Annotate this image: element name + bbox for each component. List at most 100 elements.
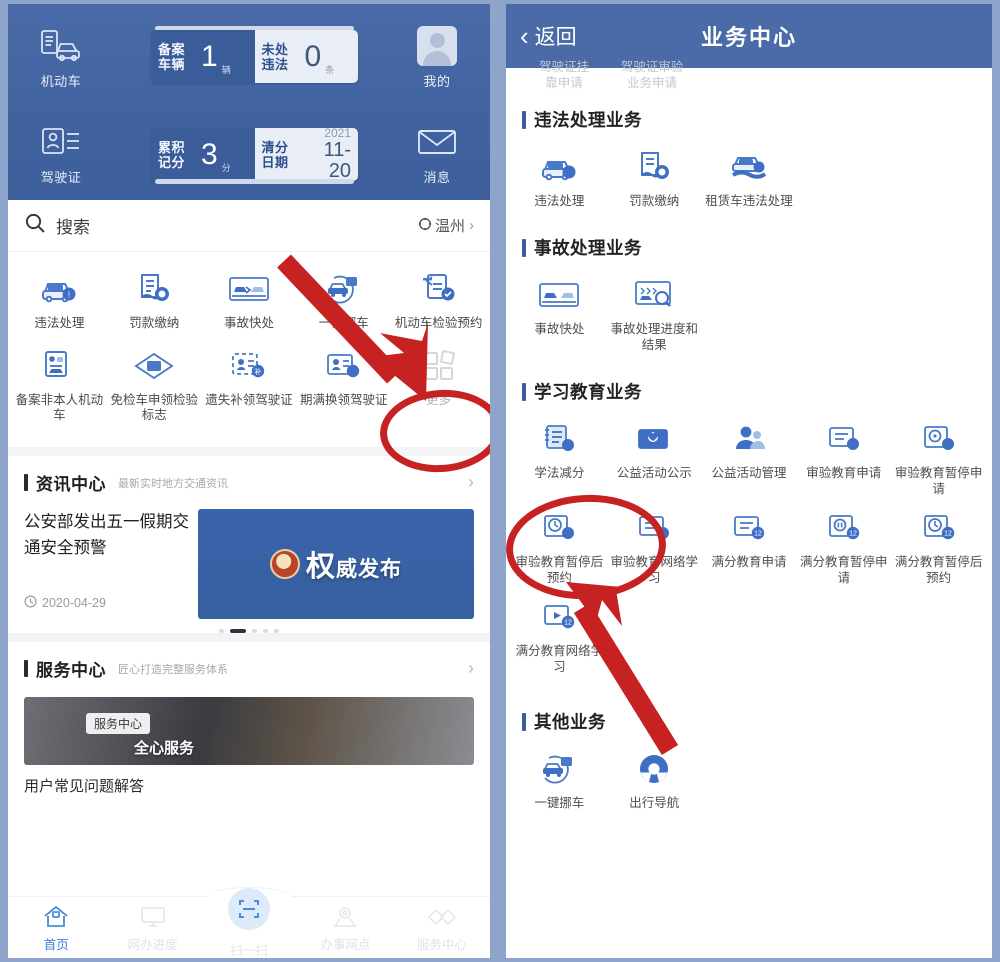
accident-progress-icon bbox=[607, 274, 702, 316]
service-banner-subtitle: 全心服务 bbox=[134, 740, 195, 757]
move-car-icon bbox=[296, 268, 391, 310]
city-selector[interactable]: 温州 › bbox=[418, 215, 474, 236]
carousel-dot[interactable] bbox=[263, 629, 268, 633]
grid-item-label: 免检车申领检验标志 bbox=[110, 393, 198, 422]
grid-item-record-other-vehicle[interactable]: 备案非本人机动车 bbox=[12, 345, 107, 423]
stat-accumulated-points: 累积 记分 3 分 bbox=[151, 128, 255, 181]
carousel-dot-active[interactable] bbox=[230, 629, 246, 633]
vehicle-doc-icon bbox=[18, 26, 104, 66]
biz-item-review-apply[interactable]: 审验教育申请 bbox=[796, 418, 891, 497]
biz-item-study-deduct[interactable]: 学法减分 bbox=[512, 418, 607, 497]
biz-item-rental-violation[interactable]: 租赁车违法处理 bbox=[702, 146, 797, 209]
biz-item-label: 满分教育暂停后预约 bbox=[894, 555, 983, 585]
biz-item-violation[interactable]: 违法处理 bbox=[512, 146, 607, 209]
hero-item-label: 机动车 bbox=[40, 74, 82, 89]
hero-item-message[interactable]: 消息 bbox=[394, 122, 480, 186]
biz-item-fullmark-apply[interactable]: 12 满分教育申请 bbox=[702, 507, 797, 586]
service-banner-image[interactable]: 服务中心 全心服务 bbox=[24, 697, 474, 765]
stat-card-vehicle[interactable]: 备案 车辆 1 辆 未处 违法 0 条 bbox=[151, 30, 358, 83]
search-icon bbox=[24, 212, 46, 239]
section-accent-bar bbox=[522, 382, 526, 401]
faq-link[interactable]: 用户常见问题解答 bbox=[8, 765, 490, 796]
biz-item-welfare-notice[interactable]: 公益活动公示 bbox=[607, 418, 702, 497]
grid-item-inspection-appointment[interactable]: 机动车检验预约 bbox=[391, 268, 486, 331]
section-grid-other: 一键挪车 出行导航 bbox=[506, 738, 992, 821]
grid-item-label: 事故快处 bbox=[223, 316, 274, 330]
carousel-dot[interactable] bbox=[219, 629, 224, 633]
stat-vehicle-count: 备案 车辆 1 辆 bbox=[151, 30, 255, 83]
stat-unit: 条 bbox=[325, 65, 335, 75]
biz-item-label: 公益活动公示 bbox=[616, 466, 692, 480]
biz-item-label: 公益活动管理 bbox=[711, 466, 787, 480]
grid-item-accident-quick[interactable]: 事故快处 bbox=[202, 268, 297, 331]
grid-item-lost-license[interactable]: 补 遗失补领驾驶证 bbox=[202, 345, 297, 423]
search-bar[interactable]: 搜索 温州 › bbox=[8, 200, 490, 252]
chevron-right-icon[interactable]: › bbox=[468, 472, 474, 493]
hero-item-label: 驾驶证 bbox=[40, 170, 82, 185]
grid-item-move-car[interactable]: 一键挪车 bbox=[296, 268, 391, 331]
chevron-right-icon: › bbox=[469, 217, 474, 234]
tab-service-center[interactable]: 服务中心 bbox=[394, 902, 490, 953]
stat-label-line2: 违法 bbox=[261, 56, 289, 72]
biz-item-welfare-manage[interactable]: 公益活动管理 bbox=[702, 418, 797, 497]
avatar-icon bbox=[394, 26, 480, 66]
service-banner-chip: 服务中心 bbox=[86, 713, 151, 734]
back-button[interactable]: ‹ 返回 bbox=[520, 21, 577, 52]
grid-item-fine-payment[interactable]: 罚款缴纳 bbox=[107, 268, 202, 331]
biz-item-accident-progress[interactable]: 事故处理进度和结果 bbox=[607, 274, 702, 353]
section-title: 其他业务 bbox=[534, 712, 606, 732]
biz-item-fullmark-pause[interactable]: 12 满分教育暂停申请 bbox=[796, 507, 891, 586]
document-pay-icon bbox=[107, 268, 202, 310]
section-header-education: 学习教育业务 bbox=[506, 363, 992, 408]
grid-item-renew-license[interactable]: 期满换领驾驶证 bbox=[296, 345, 391, 423]
stat-unit: 分 bbox=[221, 163, 231, 173]
news-center-header[interactable]: 资讯中心 最新实时地方交通资讯 › bbox=[8, 456, 490, 505]
business-center-body: 驾驶证挂 靠申请 驾驶证审验 业务申请 违法处理业务 违法处理 罚款缴纳 租赁车… bbox=[506, 60, 992, 958]
biz-item-label: 出行导航 bbox=[629, 796, 680, 810]
tab-progress[interactable]: 网办进度 bbox=[104, 902, 200, 953]
news-item[interactable]: 公安部发出五一假期交通安全预警 2020-04-29 权威发布 bbox=[8, 505, 490, 619]
grid-item-exempt-mark[interactable]: 免检车申领检验标志 bbox=[107, 345, 202, 423]
biz-item-review-pause[interactable]: 审验教育暂停申请 bbox=[891, 418, 986, 497]
hero-item-mine[interactable]: 我的 bbox=[394, 26, 480, 90]
grid-item-label: 遗失补领驾驶证 bbox=[205, 393, 293, 407]
document-pay-icon bbox=[607, 146, 702, 188]
biz-item-label: 满分教育暂停申请 bbox=[800, 555, 888, 585]
biz-item-move-car[interactable]: 一键挪车 bbox=[512, 748, 607, 811]
stat-label-line1: 累积 bbox=[158, 139, 186, 155]
stat-card-points[interactable]: 累积 记分 3 分 清分 日期 2021 11-20 bbox=[151, 128, 358, 181]
grid-item-label: 备案非本人机动车 bbox=[15, 393, 104, 422]
news-title: 公安部发出五一假期交通安全预警 bbox=[24, 513, 189, 557]
news-banner-image[interactable]: 权威发布 bbox=[198, 509, 474, 619]
hero-item-license[interactable]: 驾驶证 bbox=[18, 122, 104, 186]
carousel-dot[interactable] bbox=[274, 629, 279, 633]
banner-text: 权威发布 bbox=[306, 543, 402, 585]
cutoff-item[interactable]: 驾驶证审验 业务申请 bbox=[608, 60, 696, 91]
left-phone-panel: 机动车 驾驶证 我的 消息 备案 车辆 1 辆 未处 违法 0 条 累积 记分 … bbox=[8, 4, 490, 958]
biz-item-fullmark-online[interactable]: 12 满分教育网络学习 bbox=[512, 596, 607, 675]
biz-item-label: 学法减分 bbox=[534, 466, 585, 480]
grid-item-violation[interactable]: ! 违法处理 bbox=[12, 268, 107, 331]
car-warning-icon bbox=[512, 146, 607, 188]
hero-item-vehicle[interactable]: 机动车 bbox=[18, 26, 104, 90]
grid-item-more[interactable]: 更多 bbox=[391, 345, 486, 423]
biz-item-navigation[interactable]: 出行导航 bbox=[607, 748, 702, 811]
stat-label-line1: 未处 bbox=[261, 41, 289, 57]
biz-item-fullmark-resume[interactable]: 12 满分教育暂停后预约 bbox=[891, 507, 986, 586]
tab-branches[interactable]: 办事网点 bbox=[297, 902, 393, 953]
search-input[interactable]: 搜索 bbox=[56, 213, 90, 238]
bottom-tabbar: 首页 网办进度 扫一扫 办事网点 服务中心 bbox=[8, 887, 490, 958]
carousel-dot[interactable] bbox=[252, 629, 257, 633]
plate-cap-bottom bbox=[155, 179, 354, 184]
study-deduct-icon bbox=[512, 418, 607, 460]
service-center-header[interactable]: 服务中心 匠心打造完整服务体系 › bbox=[8, 642, 490, 691]
inspection-appointment-icon bbox=[391, 268, 486, 310]
cutoff-item[interactable]: 驾驶证挂 靠申请 bbox=[520, 60, 608, 91]
biz-item-review-resume[interactable]: 审验教育暂停后预约 bbox=[512, 507, 607, 586]
biz-item-accident-quick[interactable]: 事故快处 bbox=[512, 274, 607, 353]
tab-home[interactable]: 首页 bbox=[8, 902, 104, 953]
biz-item-fine-payment[interactable]: 罚款缴纳 bbox=[607, 146, 702, 209]
biz-item-review-online[interactable]: 审验教育网络学习 bbox=[607, 507, 702, 586]
monitor-icon bbox=[104, 902, 200, 932]
chevron-right-icon[interactable]: › bbox=[468, 658, 474, 679]
